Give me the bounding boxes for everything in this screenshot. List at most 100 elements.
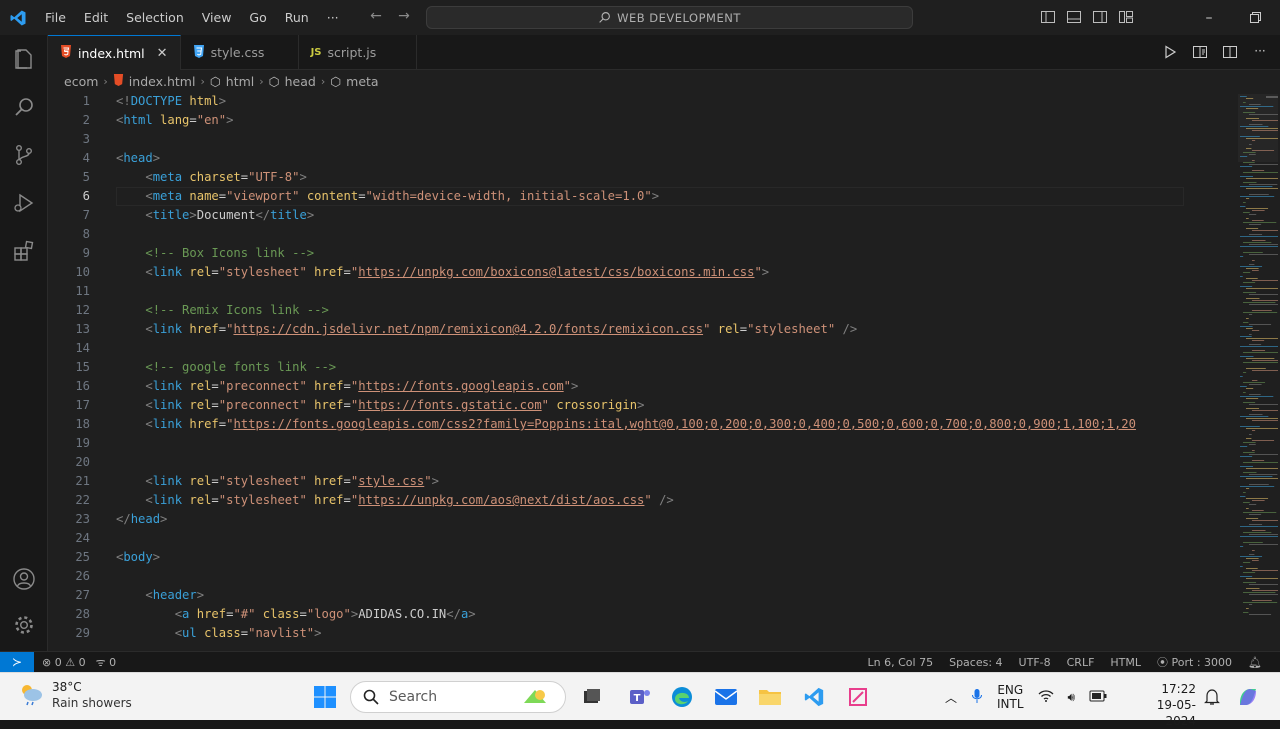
code-line[interactable]: 7 <title>Document</title> bbox=[48, 206, 1188, 225]
indentation[interactable]: Spaces: 4 bbox=[949, 656, 1002, 669]
accounts-icon[interactable] bbox=[0, 555, 48, 603]
minimap-line bbox=[1240, 426, 1260, 427]
colorful-app-icon[interactable] bbox=[519, 681, 551, 713]
vscode-taskbar-icon[interactable] bbox=[798, 681, 830, 713]
mail-icon[interactable] bbox=[710, 681, 742, 713]
code-line[interactable]: 22 <link rel="stylesheet" href="https://… bbox=[48, 491, 1188, 510]
volume-icon[interactable]: 🔊︎ bbox=[1068, 690, 1076, 705]
code-line[interactable]: 1 <!DOCTYPE html> bbox=[48, 92, 1188, 111]
microphone-icon[interactable] bbox=[971, 688, 983, 707]
menu-view[interactable]: View bbox=[193, 0, 241, 35]
edge-browser-icon[interactable] bbox=[666, 681, 698, 713]
source-control-icon[interactable] bbox=[0, 131, 48, 179]
menu-go[interactable]: Go bbox=[240, 0, 275, 35]
close-tab-icon[interactable]: ✕ bbox=[157, 46, 168, 61]
notifications-bell-icon[interactable]: 🔔︎ bbox=[1248, 656, 1262, 669]
code-line[interactable]: 16 <link rel="preconnect" href="https://… bbox=[48, 377, 1188, 396]
breadcrumb-head[interactable]: head bbox=[285, 74, 316, 89]
task-view-icon[interactable] bbox=[576, 681, 608, 713]
restore-icon[interactable] bbox=[1232, 0, 1278, 35]
copilot-icon[interactable] bbox=[1232, 681, 1264, 713]
language-mode[interactable]: HTML bbox=[1110, 656, 1141, 669]
code-line[interactable]: 26 bbox=[48, 567, 1188, 586]
tab-script-js[interactable]: JS script.js bbox=[299, 35, 417, 70]
toggle-primary-sidebar-icon[interactable] bbox=[1040, 9, 1057, 25]
code-line[interactable]: 25 <body> bbox=[48, 548, 1188, 567]
notification-bell-icon[interactable] bbox=[1196, 681, 1228, 713]
menu-run[interactable]: Run bbox=[276, 0, 318, 35]
code-line[interactable]: 29 <ul class="navlist"> bbox=[48, 624, 1188, 643]
snipping-tool-icon[interactable] bbox=[842, 681, 874, 713]
forward-arrow-icon[interactable]: → bbox=[396, 8, 412, 24]
code-line[interactable]: 6 <meta name="viewport" content="width=d… bbox=[48, 187, 1188, 206]
explorer-icon[interactable] bbox=[0, 35, 48, 83]
breadcrumb-folder[interactable]: ecom bbox=[64, 74, 98, 89]
split-editor-icon[interactable] bbox=[1222, 44, 1238, 60]
windows-start-icon[interactable] bbox=[313, 685, 337, 712]
cursor-position[interactable]: Ln 6, Col 75 bbox=[868, 656, 934, 669]
file-explorer-icon[interactable] bbox=[754, 681, 786, 713]
remote-indicator-icon[interactable]: ≻ bbox=[0, 652, 34, 672]
code-line[interactable]: 21 <link rel="stylesheet" href="style.cs… bbox=[48, 472, 1188, 491]
code-line[interactable]: 9 <!-- Box Icons link --> bbox=[48, 244, 1188, 263]
code-line[interactable]: 17 <link rel="preconnect" href="https://… bbox=[48, 396, 1188, 415]
more-actions-icon[interactable]: ··· bbox=[1252, 44, 1268, 60]
chevron-up-icon[interactable]: ︿ bbox=[945, 689, 957, 706]
code-line[interactable]: 23 </head> bbox=[48, 510, 1188, 529]
run-play-icon[interactable] bbox=[1162, 44, 1178, 60]
live-server-port[interactable]: ⦿ Port : 3000 bbox=[1157, 654, 1232, 670]
problems-indicator[interactable]: ⊗ 0 ⚠ 0 bbox=[42, 656, 86, 669]
system-clock[interactable]: 17:22 19-05-2024 bbox=[1128, 681, 1196, 729]
code-line[interactable]: 4 <head> bbox=[48, 149, 1188, 168]
code-line[interactable]: 24 bbox=[48, 529, 1188, 548]
toggle-secondary-sidebar-icon[interactable] bbox=[1092, 9, 1109, 25]
open-preview-icon[interactable] bbox=[1192, 44, 1208, 60]
code-line[interactable]: 8 bbox=[48, 225, 1188, 244]
weather-widget[interactable]: 38°C Rain showers bbox=[18, 679, 132, 711]
extensions-icon[interactable] bbox=[0, 227, 48, 275]
code-line[interactable]: 27 <header> bbox=[48, 586, 1188, 605]
code-line[interactable]: 5 <meta charset="UTF-8"> bbox=[48, 168, 1188, 187]
toggle-panel-icon[interactable] bbox=[1066, 9, 1083, 25]
encoding[interactable]: UTF-8 bbox=[1019, 656, 1051, 669]
language-indicator[interactable]: ENG INTL bbox=[997, 683, 1024, 711]
code-line[interactable]: 11 bbox=[48, 282, 1188, 301]
command-center[interactable]: WEB DEVELOPMENT bbox=[426, 6, 913, 29]
code-line[interactable]: 12 <!-- Remix Icons link --> bbox=[48, 301, 1188, 320]
minimap[interactable] bbox=[1188, 92, 1278, 651]
breadcrumb-html[interactable]: html bbox=[226, 74, 254, 89]
menu-selection[interactable]: Selection bbox=[117, 0, 193, 35]
code-line[interactable]: 18 <link href="https://fonts.googleapis.… bbox=[48, 415, 1188, 434]
battery-icon[interactable] bbox=[1089, 690, 1107, 705]
code-line[interactable]: 15 <!-- google fonts link --> bbox=[48, 358, 1188, 377]
tab-index-html[interactable]: index.html ✕ bbox=[48, 35, 181, 70]
tab-style-css[interactable]: style.css bbox=[181, 35, 299, 70]
search-view-icon[interactable] bbox=[0, 83, 48, 131]
manage-gear-icon[interactable] bbox=[0, 601, 48, 649]
minimize-icon[interactable]: – bbox=[1186, 0, 1232, 35]
breadcrumb-meta[interactable]: meta bbox=[346, 74, 378, 89]
wifi-icon[interactable] bbox=[1038, 689, 1054, 706]
scrollbar-thumb[interactable] bbox=[1266, 96, 1278, 98]
code-line[interactable]: 2 <html lang="en"> bbox=[48, 111, 1188, 130]
code-line[interactable]: 13 <link href="https://cdn.jsdelivr.net/… bbox=[48, 320, 1188, 339]
code-line[interactable]: 28 <a href="#" class="logo">ADIDAS.CO.IN… bbox=[48, 605, 1188, 624]
menu-edit[interactable]: Edit bbox=[75, 0, 117, 35]
minimap-line bbox=[1252, 220, 1264, 221]
ports-indicator[interactable]: ᯤ 0 bbox=[96, 655, 117, 670]
breadcrumb-file[interactable]: index.html bbox=[129, 74, 196, 89]
end-of-line[interactable]: CRLF bbox=[1067, 656, 1095, 669]
customize-layout-icon[interactable] bbox=[1118, 9, 1135, 25]
code-line[interactable]: 19 bbox=[48, 434, 1188, 453]
menu-file[interactable]: File bbox=[36, 0, 75, 35]
back-arrow-icon[interactable]: ← bbox=[368, 8, 384, 24]
code-editor[interactable]: 1 <!DOCTYPE html> 2 <html lang="en"> 3 4 <head… bbox=[48, 92, 1280, 651]
run-and-debug-icon[interactable] bbox=[0, 179, 48, 227]
teams-icon[interactable]: T bbox=[624, 681, 656, 713]
menu-more[interactable]: ··· bbox=[318, 0, 348, 35]
code-line[interactable]: 20 bbox=[48, 453, 1188, 472]
code-line[interactable]: 3 bbox=[48, 130, 1188, 149]
code-line[interactable]: 14 bbox=[48, 339, 1188, 358]
code-line[interactable]: 10 <link rel="stylesheet" href="https://… bbox=[48, 263, 1188, 282]
code-token: meta bbox=[152, 189, 183, 203]
